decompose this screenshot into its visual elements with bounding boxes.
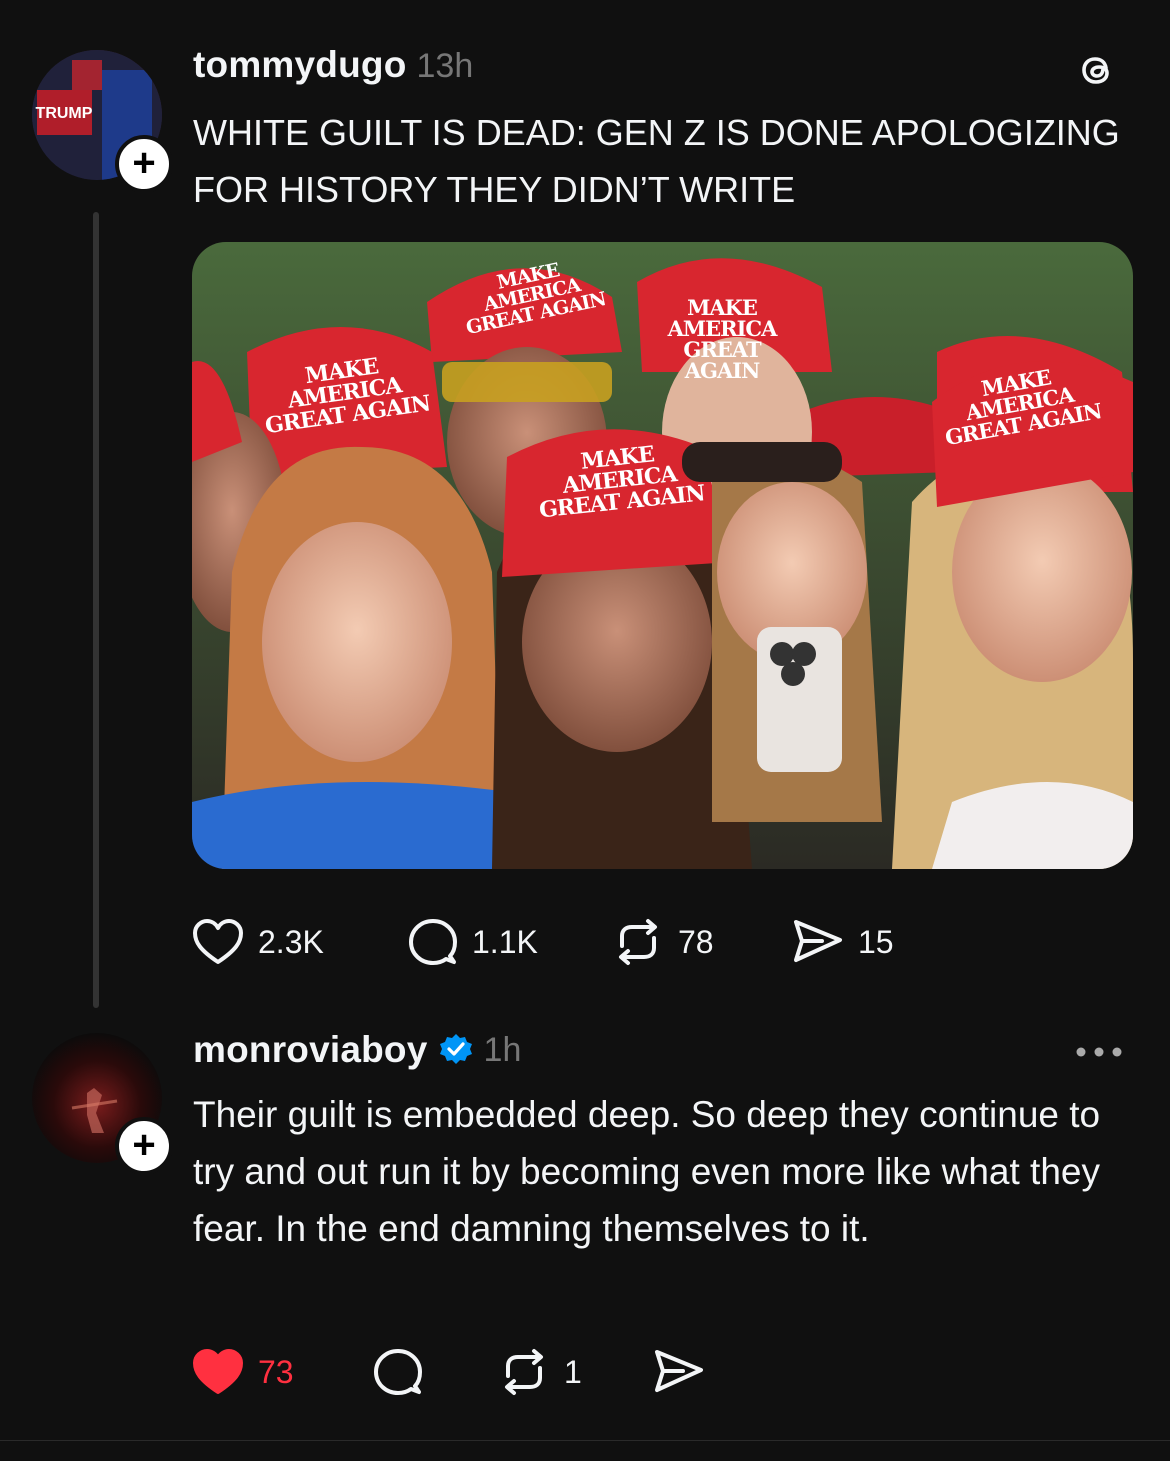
- heart-icon: [193, 919, 243, 964]
- like-count: 2.3K: [258, 923, 324, 960]
- hat-text-3: MAKE AMERICA GREAT AGAIN: [667, 295, 778, 383]
- follow-plus-icon[interactable]: +: [115, 1117, 173, 1175]
- post-username[interactable]: tommydugo: [193, 44, 407, 86]
- share-icon: [794, 920, 842, 962]
- thread-line: [93, 212, 99, 1008]
- verified-badge-icon: [439, 1034, 472, 1064]
- reply-header: monroviaboy 1h: [193, 1025, 521, 1075]
- reply-comment-button[interactable]: [373, 1348, 423, 1396]
- post-image[interactable]: MAKE AMERICA GREAT AGAIN MAKE AMERICA GR…: [192, 242, 1133, 869]
- share-icon: [655, 1350, 703, 1392]
- follow-plus-icon[interactable]: +: [115, 135, 173, 193]
- repost-icon: [505, 1349, 543, 1395]
- reply-share-button[interactable]: [653, 1348, 705, 1396]
- post-time: 13h: [416, 47, 474, 85]
- avatar-sign-text: TRUMP: [36, 105, 93, 122]
- reply-count: 1.1K: [472, 923, 538, 960]
- heart-filled-icon: [193, 1349, 243, 1394]
- reply-like-button[interactable]: 73: [192, 1348, 294, 1396]
- post-text: WHITE GUILT IS DEAD: GEN Z IS DONE APOLO…: [193, 112, 1120, 210]
- reply-like-count: 73: [258, 1353, 294, 1390]
- share-button[interactable]: 15: [792, 918, 894, 966]
- repost-icon: [619, 919, 657, 965]
- share-count: 15: [858, 923, 894, 960]
- comment-icon: [409, 919, 457, 965]
- post-header: tommydugo 13h: [193, 44, 473, 86]
- repost-button[interactable]: 78: [612, 918, 714, 966]
- like-button[interactable]: 2.3K: [192, 918, 324, 966]
- bottom-divider: [0, 1440, 1170, 1441]
- repost-count: 78: [678, 923, 714, 960]
- reply-repost-button[interactable]: 1: [498, 1348, 582, 1396]
- reply-repost-count: 1: [564, 1353, 582, 1390]
- reply-username[interactable]: monroviaboy: [193, 1029, 428, 1071]
- reply-text: Their guilt is embedded deep. So deep th…: [193, 1094, 1101, 1249]
- more-icon[interactable]: [1075, 1045, 1123, 1057]
- reply-time: 1h: [483, 1030, 522, 1069]
- threads-logo-icon[interactable]: [1073, 47, 1119, 93]
- comment-icon: [374, 1349, 422, 1395]
- reply-button[interactable]: 1.1K: [408, 918, 538, 966]
